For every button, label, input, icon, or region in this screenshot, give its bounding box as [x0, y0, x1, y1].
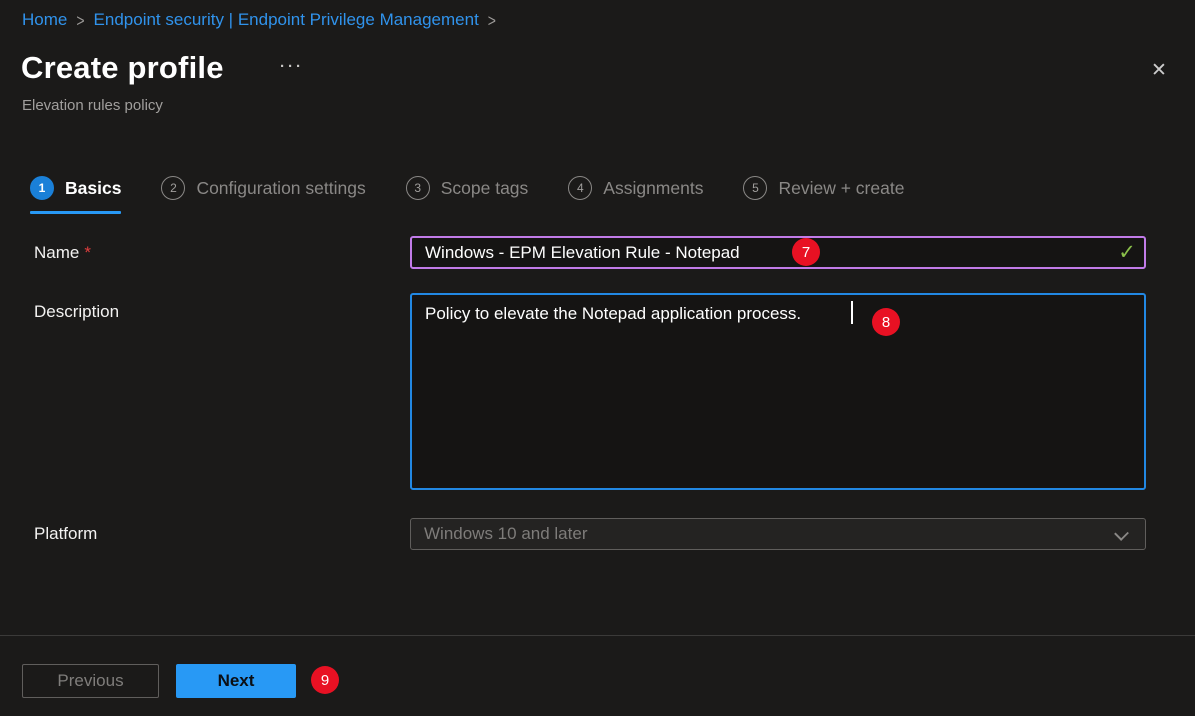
step-number-badge: 2 [161, 176, 186, 200]
tab-review-create[interactable]: 5 Review + create [743, 176, 904, 214]
tab-label: Assignments [603, 177, 704, 198]
annotation-badge-7: 7 [792, 238, 820, 266]
required-asterisk: * [84, 243, 91, 262]
breadcrumb-endpoint-security-link[interactable]: Endpoint security | Endpoint Privilege M… [94, 10, 479, 30]
checkmark-icon: ✓ [1118, 241, 1136, 264]
chevron-down-icon [1114, 526, 1129, 541]
step-number-badge: 3 [405, 176, 430, 200]
breadcrumb-chevron-icon: > [487, 10, 496, 30]
tab-label: Scope tags [440, 177, 529, 198]
step-number-badge: 1 [30, 176, 54, 200]
description-textarea[interactable]: Policy to elevate the Notepad applicatio… [410, 293, 1146, 490]
tab-label: Configuration settings [196, 177, 366, 198]
name-field-label: Name * [34, 243, 91, 262]
wizard-steps: 1 Basics 2 Configuration settings 3 Scop… [30, 176, 904, 214]
platform-select-value: Windows 10 and later [424, 524, 588, 543]
page-title: Create profile [21, 50, 224, 85]
footer-divider [0, 635, 1195, 636]
next-button[interactable]: Next [176, 664, 296, 698]
tab-assignments[interactable]: 4 Assignments [568, 176, 703, 214]
page-subtitle: Elevation rules policy [22, 97, 163, 114]
platform-field-label: Platform [34, 524, 98, 543]
annotation-badge-8: 8 [872, 308, 900, 336]
step-number-badge: 5 [743, 176, 768, 200]
breadcrumb-home-link[interactable]: Home [22, 10, 67, 30]
create-profile-page: Home > Endpoint security | Endpoint Priv… [0, 0, 1195, 716]
tab-basics[interactable]: 1 Basics [30, 176, 122, 214]
tab-configuration-settings[interactable]: 2 Configuration settings [161, 176, 366, 214]
more-options-icon[interactable]: ··· [280, 58, 304, 75]
tab-scope-tags[interactable]: 3 Scope tags [405, 176, 529, 214]
tab-label: Review + create [778, 177, 905, 198]
previous-button[interactable]: Previous [22, 664, 159, 698]
description-field-label: Description [34, 302, 120, 321]
text-cursor [851, 301, 853, 324]
tab-label: Basics [65, 177, 122, 198]
annotation-badge-9: 9 [311, 666, 339, 694]
close-icon[interactable]: ✕ [1146, 58, 1172, 84]
breadcrumb: Home > Endpoint security | Endpoint Priv… [22, 10, 505, 30]
platform-select: Windows 10 and later [410, 518, 1146, 550]
name-input[interactable] [410, 236, 1146, 269]
step-number-badge: 4 [568, 176, 593, 200]
breadcrumb-chevron-icon: > [76, 10, 85, 30]
